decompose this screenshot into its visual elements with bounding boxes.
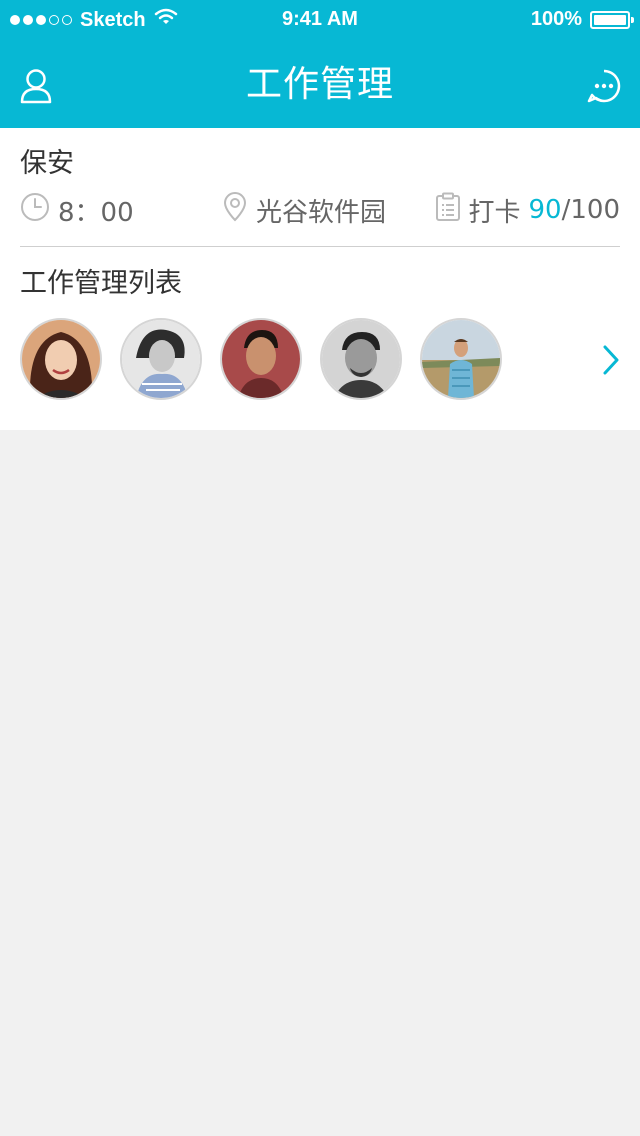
- avatar-2[interactable]: [120, 318, 202, 400]
- top-bar: Sketch 9:41 AM 100% 工作管理: [0, 0, 640, 128]
- avatar-3[interactable]: [220, 318, 302, 400]
- battery-icon: [590, 10, 634, 29]
- job-role: 保安: [20, 148, 74, 179]
- clock-icon: [20, 192, 50, 229]
- avatar-1[interactable]: [20, 318, 102, 400]
- avatar-list: [20, 318, 502, 400]
- job-time: 8：00: [20, 190, 134, 230]
- clipboard-icon: [435, 192, 461, 229]
- chevron-right-icon[interactable]: [596, 338, 626, 382]
- checkin-count: 90/100: [529, 195, 620, 225]
- avatar-4[interactable]: [320, 318, 402, 400]
- battery-percent: 100%: [530, 8, 582, 30]
- checkin-label: 打卡: [468, 197, 521, 228]
- chat-bubble-icon[interactable]: [582, 64, 626, 108]
- checkin-done: 90: [528, 195, 562, 225]
- job-location: 光谷软件园: [222, 190, 386, 230]
- job-time-value: 8：00: [58, 197, 134, 228]
- status-right: 100%: [530, 8, 634, 31]
- avatar-5[interactable]: [420, 318, 502, 400]
- location-pin-icon: [222, 191, 248, 229]
- job-location-value: 光谷软件园: [256, 197, 387, 228]
- checkin-total: /100: [561, 195, 620, 225]
- page-title: 工作管理: [245, 64, 394, 105]
- job-info-row: 8：00 光谷软件园 打卡 90/100: [0, 190, 640, 230]
- status-bar: Sketch 9:41 AM 100%: [0, 0, 640, 40]
- job-checkin: 打卡 90/100: [435, 190, 620, 230]
- divider: [20, 246, 620, 247]
- work-list-title: 工作管理列表: [20, 268, 182, 299]
- job-card: 保安 8：00 光谷软件园 打卡 90/100 工作管理列表: [0, 128, 640, 430]
